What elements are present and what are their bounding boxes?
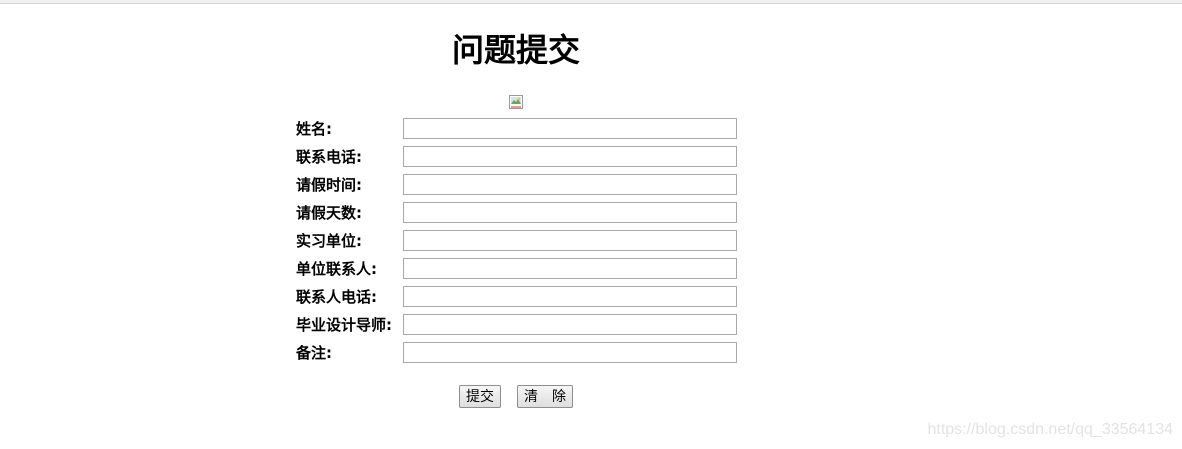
leave-days-input[interactable] [403, 202, 737, 223]
broken-image-icon [509, 95, 523, 109]
thesis-advisor-input[interactable] [403, 314, 737, 335]
remarks-label: 备注: [296, 344, 332, 362]
name-label: 姓名: [296, 120, 332, 138]
phone-label: 联系电话: [296, 148, 362, 166]
form-row-name: 姓名: [296, 118, 738, 140]
page-title: 问题提交 [451, 31, 580, 69]
watermark: https://blog.csdn.net/qq_33564134 [927, 421, 1173, 438]
thesis-advisor-label: 毕业设计导师: [296, 316, 392, 334]
internship-unit-label: 实习单位: [296, 232, 362, 250]
contact-phone-label: 联系人电话: [296, 288, 377, 306]
leave-time-input[interactable] [403, 174, 737, 195]
form-row-thesis-advisor: 毕业设计导师: [296, 314, 738, 336]
form-row-contact-phone: 联系人电话: [296, 286, 738, 308]
browser-top-edge [0, 0, 1182, 4]
contact-phone-input[interactable] [403, 286, 737, 307]
unit-contact-input[interactable] [403, 258, 737, 279]
unit-contact-label: 单位联系人: [296, 260, 377, 278]
form-row-leave-days: 请假天数: [296, 202, 738, 224]
form-row-unit-contact: 单位联系人: [296, 258, 738, 280]
form-row-internship-unit: 实习单位: [296, 230, 738, 252]
remarks-input[interactable] [403, 342, 737, 363]
phone-input[interactable] [403, 146, 737, 167]
form-row-leave-time: 请假时间: [296, 174, 738, 196]
leave-time-label: 请假时间: [296, 176, 362, 194]
submit-button[interactable]: 提交 [459, 385, 501, 408]
clear-button[interactable]: 清 除 [517, 385, 573, 408]
form-row-phone: 联系电话: [296, 146, 738, 168]
form-row-remarks: 备注: [296, 342, 738, 364]
name-input[interactable] [403, 118, 737, 139]
internship-unit-input[interactable] [403, 230, 737, 251]
leave-days-label: 请假天数: [296, 204, 362, 222]
